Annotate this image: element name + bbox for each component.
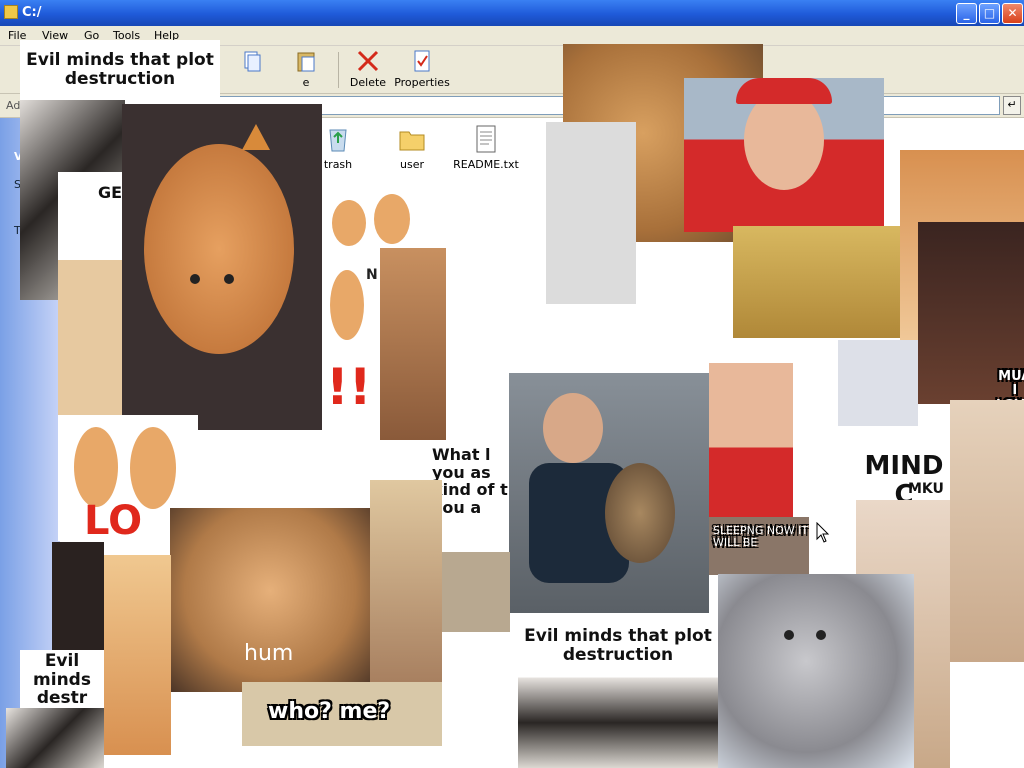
meme-image-who-me: who? me? [242,682,442,746]
meme-text: !! [326,358,372,416]
meme-image-mua: MUA I LOVE YO [918,222,1024,404]
delete-x-icon [356,50,380,72]
cat-shape [330,270,364,340]
address-label: Ad [6,99,21,112]
properties-label: Properties [394,76,450,89]
close-button[interactable]: ✕ [1002,3,1023,24]
meme-image-singing-cats [322,180,420,250]
cat-eye [190,274,200,284]
meme-text: N [366,267,378,283]
face-shape [543,393,603,463]
cat-shape [332,200,366,246]
cat-eye [224,274,234,284]
meme-text: MUA I LOVE YO [996,369,1024,404]
meme-image-cat-bw-bottom [6,708,104,768]
cat-shape [130,427,176,509]
go-button[interactable]: ↵ [1003,96,1021,115]
minimize-button[interactable]: _ [956,3,977,24]
meme-image-cat-grey-small [838,340,918,426]
meme-caption: What l you as kind of t you a [430,440,510,552]
helmet-shape [736,78,832,104]
meme-text: hum [244,641,294,666]
meme-image-room [950,400,1024,662]
meme-image-cat-stripe [442,552,510,632]
meme-caption: Evil minds that plot destruction [518,617,718,675]
delete-button[interactable]: Delete [338,48,398,92]
recycle-bin-icon [323,124,353,154]
window-folder-icon [4,5,18,19]
file-name: README.txt [453,158,519,171]
meme-text: LO [84,498,143,541]
meme-image-grey [546,122,636,304]
cat-shape [144,144,294,354]
meme-image-hockey-player [684,78,884,232]
meme-image-cat-brown [380,248,446,440]
file-name: user [400,158,424,171]
meme-image-cat-tan [370,480,442,682]
meme-image-get: GET [58,172,128,416]
cat-eye [816,630,826,640]
meme-image-mind-control: MIND C MKU [856,426,950,504]
meme-text: MKU [908,481,944,497]
face-shape [744,90,824,190]
cat-shape [74,427,118,507]
meme-image-exclaim-cat: !! N [322,256,380,422]
file-item-readme[interactable]: README.txt [446,124,526,171]
meme-text: What l you as kind of t you a [432,445,508,517]
meme-image-cat-orange-bottom [103,555,171,755]
copy-button[interactable] [222,48,282,92]
meme-caption: Evil minds that plot destruction [20,40,220,100]
meme-image-orange-kitten [122,104,322,430]
cat-eye [784,630,794,640]
properties-button[interactable]: Properties [392,48,452,92]
cat-shape [605,463,675,563]
cat-ear [242,124,270,150]
maximize-button[interactable]: □ [979,3,1000,24]
meme-text: who? me? [268,699,391,724]
meme-image-grey-kitten [718,574,914,768]
window-title: C:/ [22,5,42,20]
meme-image-chef-cat [509,373,709,613]
meme-image-hockey-player-2 [709,363,793,517]
meme-image-hum-cat: hum [170,508,370,692]
paste-icon [294,50,318,72]
meme-caption: Evil minds destr [20,650,104,710]
mouse-cursor-icon [816,521,830,544]
meme-image-sleeping: SLEEPNG NOW IT WILL BE [709,517,809,575]
properties-icon [410,50,434,72]
delete-label: Delete [349,76,387,89]
meme-image-dark [52,542,104,652]
title-bar[interactable]: C:/ _ □ ✕ [0,0,1024,26]
desktop-screen: C:/ _ □ ✕ File View Go Tools Help B e De… [0,0,1024,768]
paste-button[interactable]: e [276,48,336,92]
file-name: trash [323,158,353,171]
text-file-icon [471,124,501,154]
folder-icon [397,124,427,154]
paste-label: e [302,76,310,89]
copy-icon [240,50,264,72]
file-item-user[interactable]: user [372,124,452,171]
meme-text: SLEEPNG NOW IT WILL BE [713,524,809,550]
cat-shape [374,194,410,244]
meme-image-hand-pet [733,226,901,338]
